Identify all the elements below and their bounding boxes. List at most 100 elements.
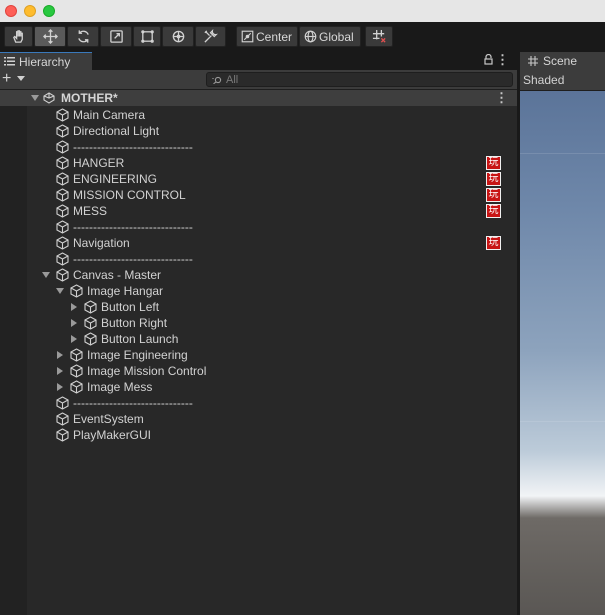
hierarchy-row-label: ------------------------------ xyxy=(73,140,193,154)
hierarchy-row[interactable]: Button Launch xyxy=(0,331,517,347)
search-icon xyxy=(212,76,222,84)
hierarchy-row-label: Button Right xyxy=(101,316,168,330)
hierarchy-row[interactable]: Main Camera xyxy=(0,107,517,123)
playmaker-fsm-badge-icon[interactable]: 玩 xyxy=(486,156,501,170)
playmaker-fsm-badge-icon[interactable]: 玩 xyxy=(486,172,501,186)
pivot-center-icon xyxy=(241,30,254,43)
scene-expand-arrow-icon[interactable] xyxy=(31,95,39,101)
hierarchy-row-label: PlayMakerGUI xyxy=(73,428,152,442)
hand-tool-button[interactable] xyxy=(4,26,33,47)
hierarchy-search-input[interactable] xyxy=(226,73,506,86)
playmaker-fsm-badge-icon[interactable]: 玩 xyxy=(486,188,501,202)
hierarchy-row[interactable]: ------------------------------ xyxy=(0,139,517,155)
hierarchy-row-label: Directional Light xyxy=(73,124,160,138)
scene-grid-line xyxy=(520,153,605,154)
hierarchy-row[interactable]: Image Mess xyxy=(0,379,517,395)
hierarchy-row[interactable]: Button Right xyxy=(0,315,517,331)
expand-arrow-closed-icon[interactable] xyxy=(71,303,77,311)
hierarchy-row[interactable]: Directional Light xyxy=(0,123,517,139)
expand-arrow-open-icon[interactable] xyxy=(56,288,64,294)
hierarchy-row-label: Button Left xyxy=(101,300,160,314)
gameobject-cube-icon xyxy=(70,380,83,394)
hierarchy-row-label: Image Mess xyxy=(87,380,153,394)
hierarchy-row[interactable]: Button Left xyxy=(0,299,517,315)
grid-snapping-button[interactable] xyxy=(365,26,393,47)
scene-viewport[interactable] xyxy=(520,91,605,615)
rect-transform-icon xyxy=(140,30,154,43)
gameobject-cube-icon xyxy=(56,220,69,234)
lock-icon[interactable] xyxy=(484,54,493,65)
move-arrows-icon xyxy=(42,29,58,44)
hierarchy-row[interactable]: Image Mission Control xyxy=(0,363,517,379)
hand-icon xyxy=(13,30,23,43)
gameobject-cube-icon xyxy=(56,252,69,266)
hierarchy-row-label: Navigation xyxy=(73,236,130,250)
expand-arrow-closed-icon[interactable] xyxy=(71,319,77,327)
hierarchy-row[interactable]: MISSION CONTROL 玩 xyxy=(0,187,517,203)
gameobject-cube-icon xyxy=(56,412,69,426)
gameobject-cube-icon xyxy=(56,172,69,186)
playmaker-fsm-badge-icon[interactable]: 玩 xyxy=(486,204,501,218)
scene-menu-icon[interactable]: ⋮ xyxy=(495,90,508,106)
tab-hierarchy-label: Hierarchy xyxy=(19,54,71,69)
scene-header-row[interactable]: MOTHER* ⋮ xyxy=(0,90,517,106)
expand-arrow-closed-icon[interactable] xyxy=(57,367,63,375)
hierarchy-row[interactable]: ENGINEERING 玩 xyxy=(0,171,517,187)
hierarchy-search-field[interactable] xyxy=(206,72,513,87)
hierarchy-row[interactable]: Image Engineering xyxy=(0,347,517,363)
hierarchy-row-label: HANGER xyxy=(73,156,125,170)
tab-scene[interactable]: Scene xyxy=(520,52,605,70)
hierarchy-row[interactable]: ------------------------------ xyxy=(0,251,517,267)
gameobject-cube-icon xyxy=(70,364,83,378)
hierarchy-row-label: MISSION CONTROL xyxy=(73,188,186,202)
hierarchy-row-label: Image Mission Control xyxy=(87,364,207,378)
playmaker-fsm-badge-icon[interactable]: 玩 xyxy=(486,236,501,250)
transform-gizmo-icon xyxy=(172,30,184,43)
expand-arrow-open-icon[interactable] xyxy=(42,272,50,278)
wrench-icon xyxy=(204,29,218,43)
expand-arrow-closed-icon[interactable] xyxy=(57,383,63,391)
hierarchy-row[interactable]: ------------------------------ xyxy=(0,219,517,235)
transform-tool-button[interactable] xyxy=(162,26,194,47)
create-add-icon[interactable]: + xyxy=(2,70,11,88)
expand-arrow-closed-icon[interactable] xyxy=(57,351,63,359)
globe-icon xyxy=(304,30,317,43)
expand-arrow-closed-icon[interactable] xyxy=(71,335,77,343)
pivot-mode-toggle[interactable]: Center xyxy=(236,26,298,47)
hierarchy-row[interactable]: ------------------------------ xyxy=(0,395,517,411)
rect-tool-button[interactable] xyxy=(133,26,161,47)
grid-snap-icon xyxy=(372,29,386,43)
custom-tools-button[interactable] xyxy=(195,26,226,47)
hierarchy-row[interactable]: Canvas - Master xyxy=(0,267,517,283)
shading-mode-dropdown[interactable]: Shaded xyxy=(523,73,564,87)
hierarchy-row[interactable]: Navigation 玩 xyxy=(0,235,517,251)
hierarchy-row-label: MESS xyxy=(73,204,108,218)
scale-tool-button[interactable] xyxy=(100,26,132,47)
gameobject-cube-icon xyxy=(56,108,69,122)
minimize-window-button[interactable] xyxy=(24,5,36,17)
create-dropdown-icon[interactable] xyxy=(17,76,25,81)
hierarchy-row[interactable]: PlayMakerGUI xyxy=(0,427,517,443)
unity-scene-icon xyxy=(43,92,55,104)
pivot-rotation-toggle[interactable]: Global xyxy=(299,26,361,47)
close-window-button[interactable] xyxy=(5,5,17,17)
hierarchy-row-label: ------------------------------ xyxy=(73,220,193,234)
zoom-window-button[interactable] xyxy=(43,5,55,17)
scene-name: MOTHER* xyxy=(61,91,118,105)
tab-hierarchy[interactable]: Hierarchy xyxy=(0,52,92,70)
hierarchy-row[interactable]: MESS 玩 xyxy=(0,203,517,219)
panel-menu-icon[interactable]: ⋮ xyxy=(496,52,509,68)
scene-hash-icon xyxy=(528,56,538,66)
gameobject-cube-icon xyxy=(56,396,69,410)
hierarchy-row[interactable]: EventSystem xyxy=(0,411,517,427)
gameobject-cube-icon xyxy=(56,428,69,442)
hierarchy-row[interactable]: HANGER 玩 xyxy=(0,155,517,171)
hierarchy-row[interactable]: Image Hangar xyxy=(0,283,517,299)
move-tool-button[interactable] xyxy=(34,26,66,47)
hierarchy-tree: Main Camera Directional Light ------------… xyxy=(0,107,517,443)
pivot-rotation-label: Global xyxy=(319,29,354,44)
rotate-tool-button[interactable] xyxy=(67,26,99,47)
scale-icon xyxy=(109,30,123,43)
hierarchy-row-label: ------------------------------ xyxy=(73,252,193,266)
pivot-mode-label: Center xyxy=(256,29,293,44)
